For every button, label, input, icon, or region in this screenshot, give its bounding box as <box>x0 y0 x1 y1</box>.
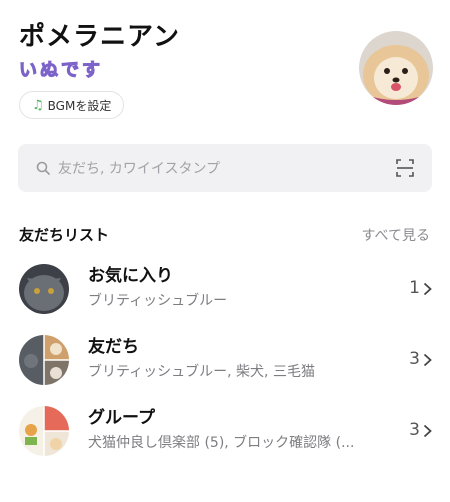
search-placeholder: 友だち, カワイイスタンプ <box>58 161 221 177</box>
status-message: いぬです <box>19 60 103 82</box>
profile-name: ポメラニアン <box>19 22 180 52</box>
profile-avatar[interactable] <box>359 31 433 105</box>
groups-avatar <box>19 406 69 456</box>
friends-avatar <box>19 335 69 385</box>
set-bgm-label: BGMを設定 <box>47 98 112 113</box>
favorites-count: 1 <box>409 278 420 298</box>
friends-list-title: 友だちリスト <box>19 226 110 244</box>
chevron-right-icon <box>423 424 432 438</box>
set-bgm-button[interactable]: ♫ BGMを設定 <box>19 91 125 119</box>
scan-icon[interactable] <box>396 159 414 177</box>
search-bar[interactable]: 友だち, カワイイスタンプ <box>18 144 432 192</box>
list-item-favorites[interactable]: お気に入り ブリティッシュブルー 1 <box>0 260 450 324</box>
chevron-right-icon <box>423 282 432 296</box>
favorites-subtitle: ブリティッシュブルー <box>88 293 228 309</box>
friends-title: 友だち <box>88 337 139 357</box>
favorites-title: お気に入り <box>88 266 173 286</box>
groups-count: 3 <box>409 420 420 440</box>
see-all-link[interactable]: すべて見る <box>362 225 430 245</box>
favorites-avatar <box>19 264 69 314</box>
friends-subtitle: ブリティッシュブルー, 柴犬, 三毛猫 <box>88 364 315 380</box>
list-item-groups[interactable]: グループ 犬猫仲良し倶楽部 (5), ブロック確認隊 (... 3 <box>0 402 450 466</box>
groups-subtitle: 犬猫仲良し倶楽部 (5), ブロック確認隊 (... <box>88 435 355 451</box>
groups-title: グループ <box>88 408 155 428</box>
chevron-right-icon <box>423 353 432 367</box>
music-note-icon: ♫ <box>32 97 44 113</box>
friends-count: 3 <box>409 349 420 369</box>
search-icon <box>32 157 54 179</box>
list-item-friends[interactable]: 友だち ブリティッシュブルー, 柴犬, 三毛猫 3 <box>0 331 450 395</box>
